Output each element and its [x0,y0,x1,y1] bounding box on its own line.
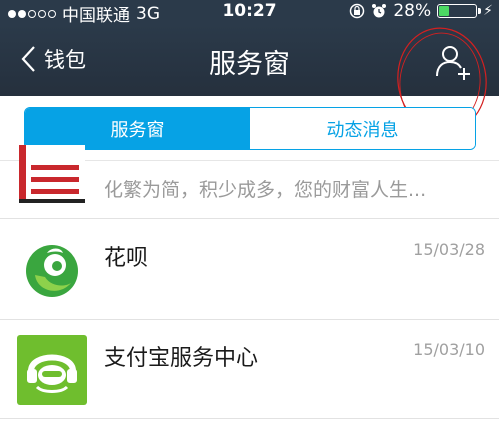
battery-percent: 28% [393,1,432,21]
orientation-lock-icon [350,3,365,19]
list-item-date: 15/03/10 [413,340,485,359]
list-item[interactable]: 花呗 15/03/28 [0,220,499,320]
list-item[interactable]: 支付宝服务中心 15/03/10 [0,321,499,419]
headset-service-icon [17,335,87,405]
battery-icon [437,4,482,18]
status-bar: 中国联通 3G 10:27 28% ⚡ [0,0,499,26]
list-item-subtitle: 化繁为简，积少成多，您的财富人生... [104,179,427,201]
huabei-leaf-icon [26,245,78,297]
add-user-button[interactable] [433,42,473,82]
list-item-title: 支付宝服务中心 [104,346,259,371]
page-title: 服务窗 [209,49,290,80]
status-right: 28% ⚡ [349,1,493,21]
list-item-title: 花呗 [104,246,149,271]
alarm-icon [372,4,387,18]
list-item-date: 15/03/28 [413,240,485,259]
list-item[interactable]: 化繁为简，积少成多，您的财富人生... [0,145,499,219]
navigation-bar: 钱包 服务窗 [0,24,499,96]
tab-segmented-control: 服务窗 动态消息 [24,107,476,150]
charging-bolt-icon: ⚡ [483,3,493,19]
red-building-icon [19,145,85,203]
tab-dynamic-messages[interactable]: 动态消息 [250,108,475,149]
